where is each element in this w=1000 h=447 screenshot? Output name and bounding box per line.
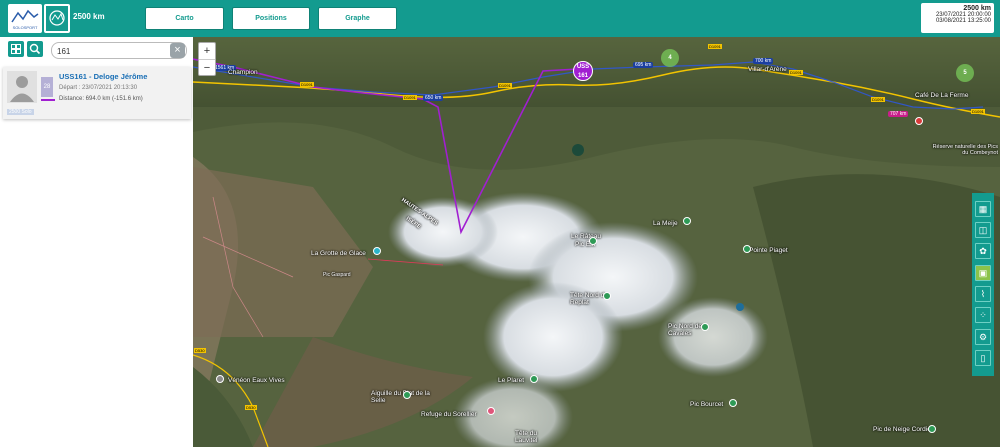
km-marker: 707 km — [888, 111, 909, 117]
km-marker: 700 km — [753, 58, 774, 64]
place-label: Aiguille du Plat de la Selle — [371, 390, 430, 404]
marker-label: USS — [576, 64, 590, 70]
place-label: Pointe Piaget — [749, 247, 788, 254]
place-label: Réserve naturelle des Pics du Combeynot — [932, 144, 998, 156]
zoom-in-button[interactable]: + — [199, 43, 215, 59]
place-label: Refuge du Sorellier — [421, 411, 477, 418]
km-marker: 650 km — [423, 95, 444, 101]
poi-pin[interactable] — [729, 399, 737, 407]
place-label: Vénéon Eaux Vives — [228, 377, 285, 384]
svg-text:SOLOSPORT: SOLOSPORT — [13, 25, 38, 30]
poi-pin[interactable] — [683, 217, 691, 225]
tab-graphe[interactable]: Graphe — [318, 7, 397, 30]
search-input[interactable]: 161 — [51, 42, 187, 59]
place-label: Villar-d'Arène — [748, 66, 787, 73]
poi-pin[interactable] — [487, 407, 495, 415]
road-label: D1091 — [708, 44, 722, 49]
clear-search-button[interactable]: × — [170, 43, 185, 58]
cluster-icon[interactable]: ⁘ — [975, 307, 991, 323]
road-label: D530 — [245, 405, 257, 410]
tab-carto[interactable]: Carto — [145, 7, 224, 30]
competitor-name[interactable]: USS161 - Deloge Jérôme — [59, 72, 147, 81]
road-label: D1091 — [789, 70, 803, 75]
satellite-icon[interactable]: ▣ — [975, 265, 991, 281]
cluster-marker[interactable]: 5 — [956, 64, 974, 82]
phone-icon[interactable]: ▯ — [975, 350, 991, 366]
poi-pin[interactable] — [403, 391, 411, 399]
place-label: Champion — [228, 69, 258, 76]
place-label: Café De La Ferme — [915, 92, 969, 99]
close-icon: × — [174, 44, 181, 56]
info-distance: 2500 km — [963, 5, 991, 12]
race-logo — [44, 4, 70, 33]
poi-pin[interactable] — [928, 425, 936, 433]
poi-pin[interactable] — [373, 247, 381, 255]
map-icon[interactable]: ▦ — [975, 201, 991, 217]
search-icon — [29, 43, 41, 55]
solosport-logo: SOLOSPORT — [8, 4, 42, 33]
settings-icon[interactable]: ⚙ — [975, 329, 991, 345]
map-view[interactable]: 1561 km 650 km 695 km 700 km 707 km D109… — [193, 37, 1000, 447]
zoom-out-button[interactable]: − — [199, 59, 215, 76]
terrain-icon[interactable]: ✿ — [975, 243, 991, 259]
category-badge: 28 — [41, 77, 53, 97]
cluster-marker[interactable]: 4 — [661, 49, 679, 67]
zoom-control: + − — [198, 42, 216, 76]
track-color-swatch — [41, 99, 55, 101]
info-end-date: 03/08/2021 13:25:00 — [935, 18, 991, 24]
tab-positions[interactable]: Positions — [232, 7, 310, 30]
poi-pin[interactable] — [915, 117, 923, 125]
road-label: D1091 — [300, 82, 314, 87]
departure-time: Départ : 23/07/2021 20:13:30 — [59, 85, 138, 91]
road-label: D1091 — [498, 83, 512, 88]
distance-text: Distance: 694.0 km (-151.6 km) — [59, 96, 143, 102]
place-label: La Meije — [653, 220, 678, 227]
poi-pin[interactable] — [743, 245, 751, 253]
layers-icon[interactable]: ◫ — [975, 222, 991, 238]
competitor-marker[interactable]: USS 161 — [573, 61, 593, 81]
road-label: D1091 — [971, 109, 985, 114]
poi-pin[interactable] — [701, 323, 709, 331]
place-label: Pic Bourcet — [690, 401, 724, 408]
place-label: Pic Gaspard — [323, 272, 351, 278]
route-icon[interactable]: ⌇ — [975, 286, 991, 302]
place-label: Le Plaret — [498, 377, 525, 384]
place-label: La Grotte de Glace — [311, 250, 366, 257]
poi-pin[interactable] — [530, 375, 538, 383]
grid-view-button[interactable] — [8, 41, 24, 57]
km-marker: 695 km — [633, 62, 654, 68]
road-label: D1091 — [403, 95, 417, 100]
road-label: D530 — [194, 348, 206, 353]
place-label: Pic de Neige Cordier — [873, 426, 933, 433]
grid-icon — [11, 44, 21, 54]
race-info-box: 2500 km 23/07/2021 20:00:00 03/08/2021 1… — [921, 3, 994, 33]
race-distance: 2500 km — [73, 12, 105, 21]
search-button[interactable] — [27, 41, 43, 57]
poi-pin[interactable] — [603, 292, 611, 300]
poi-pin[interactable] — [589, 237, 597, 245]
poi-pin[interactable] — [216, 375, 224, 383]
map-tools: ▦ ◫ ✿ ▣ ⌇ ⁘ ⚙ ▯ — [972, 193, 994, 376]
marker-number: 161 — [577, 73, 588, 79]
road-label: D1091 — [871, 97, 885, 102]
place-label: Tête du Lauvitel — [515, 430, 538, 444]
avatar — [7, 71, 37, 103]
race-code: 2500 Solo — [7, 109, 34, 115]
competitor-result[interactable]: 28 USS161 - Deloge Jérôme Départ : 23/07… — [3, 67, 191, 119]
